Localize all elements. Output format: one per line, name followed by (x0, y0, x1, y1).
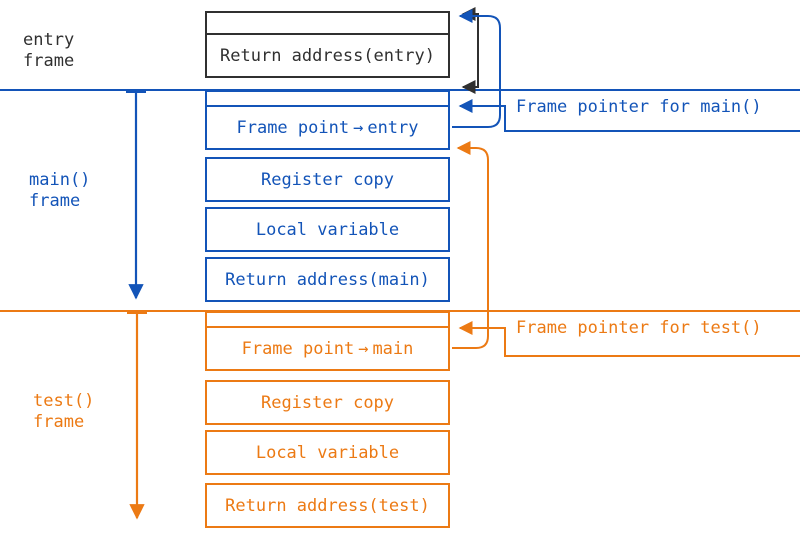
main-retaddr-cell: Return address(main) (205, 257, 450, 302)
right-arrow-icon: → (354, 339, 372, 359)
entry-retaddr-text: Return address(entry) (220, 46, 435, 66)
entry-frame-extent (463, 14, 478, 87)
test-retaddr-text: Return address(test) (225, 496, 430, 516)
main-regcopy-cell: Register copy (205, 157, 450, 202)
main-fp-link-to-entry (452, 16, 500, 127)
test-regcopy-text: Register copy (261, 393, 394, 413)
main-localvar-text: Local variable (256, 220, 399, 240)
test-localvar-text: Local variable (256, 443, 399, 463)
test-fp-link-to-main (452, 148, 488, 348)
test-framepoint-target: main (372, 339, 413, 359)
fp-test-label: Frame pointer for test() (516, 318, 762, 339)
fp-main-label: Frame pointer for main() (516, 97, 762, 118)
main-localvar-cell: Local variable (205, 207, 450, 252)
test-retaddr-cell: Return address(test) (205, 483, 450, 528)
main-framepoint-cell: Frame point → entry (205, 105, 450, 150)
main-framepoint-pre: Frame point (236, 118, 349, 138)
test-framepoint-cell: Frame point → main (205, 326, 450, 371)
entry-retaddr-cell: Return address(entry) (205, 33, 450, 78)
entry-spacer-cell (205, 11, 450, 33)
main-regcopy-text: Register copy (261, 170, 394, 190)
main-frame-label: main() frame (29, 170, 90, 213)
entry-frame-label: entry frame (23, 30, 74, 73)
test-frame-label: test() frame (33, 391, 94, 434)
main-retaddr-text: Return address(main) (225, 270, 430, 290)
test-spacer-cell (205, 311, 450, 326)
main-spacer-cell (205, 90, 450, 105)
test-localvar-cell: Local variable (205, 430, 450, 475)
main-framepoint-target: entry (367, 118, 418, 138)
test-framepoint-pre: Frame point (242, 339, 355, 359)
test-regcopy-cell: Register copy (205, 380, 450, 425)
right-arrow-icon: → (349, 118, 367, 138)
